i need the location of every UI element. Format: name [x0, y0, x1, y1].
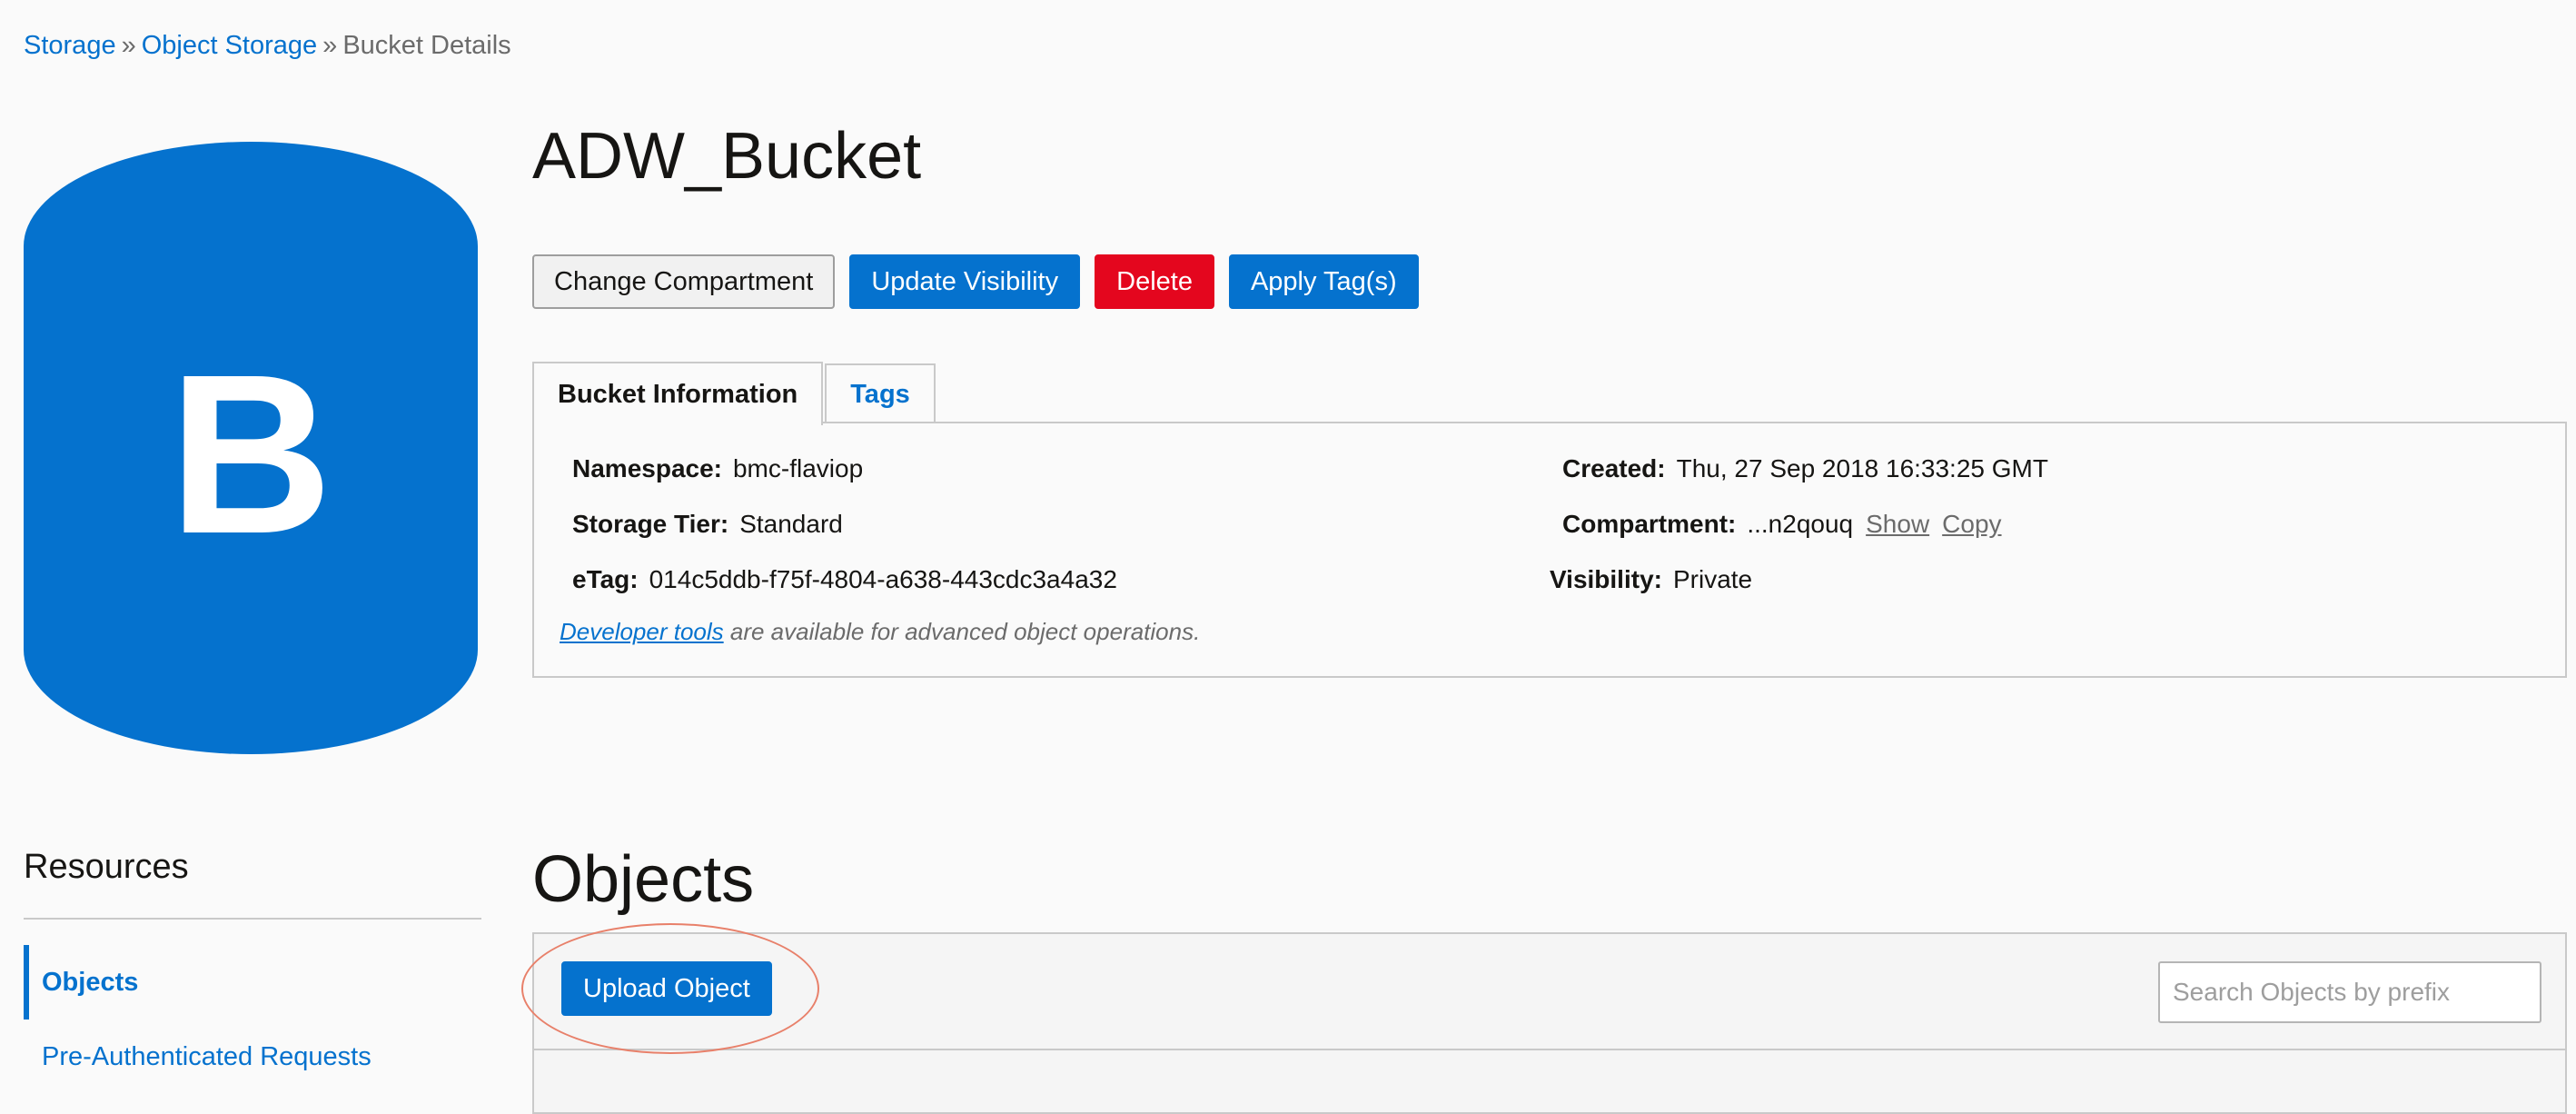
objects-panel: Upload Object	[532, 932, 2567, 1114]
resource-item-pre-authenticated-requests[interactable]: Pre-Authenticated Requests	[24, 1020, 481, 1094]
namespace-value: bmc-flaviop	[732, 454, 864, 482]
compartment-row: Compartment: ...n2qouq Show Copy	[1562, 508, 2002, 541]
bucket-icon-letter: B	[168, 327, 333, 581]
etag-value: 014c5ddb-f75f-4804-a638-443cdc3a4a32	[649, 565, 1117, 593]
bucket-icon: B	[24, 142, 478, 754]
created-label: Created:	[1562, 454, 1666, 482]
apply-tags-button[interactable]: Apply Tag(s)	[1228, 254, 1419, 309]
namespace-label: Namespace:	[572, 454, 722, 482]
resources-divider	[24, 918, 481, 920]
etag-label: eTag:	[572, 565, 639, 593]
storage-tier-value: Standard	[739, 510, 843, 538]
action-toolbar: Change Compartment Update Visibility Del…	[532, 254, 1419, 309]
search-objects-input[interactable]	[2158, 961, 2541, 1023]
resources-title: Resources	[24, 848, 189, 886]
developer-tools-link[interactable]: Developer tools	[560, 618, 724, 645]
breadcrumb-storage[interactable]: Storage	[24, 31, 116, 60]
visibility-row: Visibility: Private	[1550, 563, 1752, 596]
breadcrumb-separator: »	[121, 31, 136, 60]
upload-object-button[interactable]: Upload Object	[561, 961, 772, 1016]
breadcrumb-separator: »	[322, 31, 338, 60]
storage-tier-row: Storage Tier: Standard	[572, 508, 843, 541]
breadcrumb-bucket-details: Bucket Details	[342, 31, 511, 60]
created-row: Created: Thu, 27 Sep 2018 16:33:25 GMT	[1562, 453, 2048, 485]
breadcrumb-object-storage[interactable]: Object Storage	[142, 31, 317, 60]
update-visibility-button[interactable]: Update Visibility	[849, 254, 1081, 309]
compartment-label: Compartment:	[1562, 510, 1737, 538]
visibility-label: Visibility:	[1550, 565, 1662, 593]
bucket-information-panel: Namespace: bmc-flaviop Storage Tier: Stand…	[532, 422, 2567, 678]
change-compartment-button[interactable]: Change Compartment	[532, 254, 836, 309]
objects-title: Objects	[532, 843, 755, 916]
developer-tools-text: are available for advanced object operat…	[723, 618, 1201, 645]
page-title: ADW_Bucket	[532, 120, 922, 193]
resources-list: Objects Pre-Authenticated Requests	[24, 945, 481, 1094]
compartment-value: ...n2qouq	[1747, 510, 1854, 538]
objects-toolbar-divider	[534, 1049, 2565, 1050]
resource-item-objects[interactable]: Objects	[24, 945, 481, 1020]
tab-tags[interactable]: Tags	[825, 363, 936, 423]
delete-button[interactable]: Delete	[1095, 254, 1214, 309]
storage-tier-label: Storage Tier:	[572, 510, 729, 538]
created-value: Thu, 27 Sep 2018 16:33:25 GMT	[1676, 454, 2048, 482]
compartment-copy-link[interactable]: Copy	[1942, 510, 2001, 538]
visibility-value: Private	[1672, 565, 1753, 593]
etag-row: eTag: 014c5ddb-f75f-4804-a638-443cdc3a4a3…	[572, 563, 1117, 596]
compartment-show-link[interactable]: Show	[1866, 510, 1929, 538]
namespace-row: Namespace: bmc-flaviop	[572, 453, 863, 485]
developer-tools-note: Developer tools are available for advanc…	[560, 618, 1200, 646]
detail-tabs: Bucket Information Tags	[532, 362, 936, 425]
tab-bucket-information[interactable]: Bucket Information	[532, 362, 824, 425]
breadcrumb: Storage» Object Storage» Bucket Details	[24, 27, 511, 64]
